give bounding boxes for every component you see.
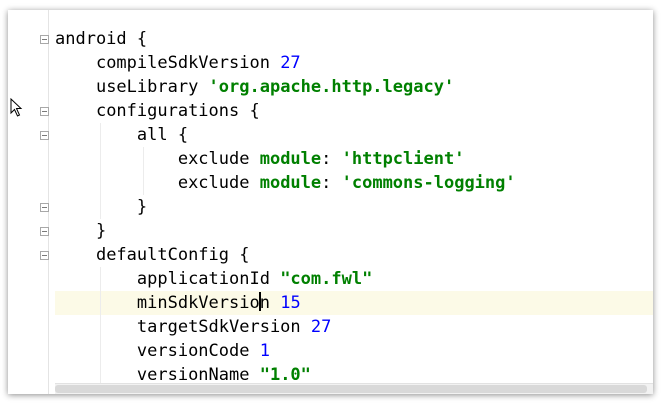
code-line[interactable]: targetSdkVersion 27	[55, 315, 653, 339]
code-token: }	[136, 197, 148, 217]
code-line[interactable]: exclude module: 'commons-logging'	[55, 171, 653, 195]
horizontal-scrollbar[interactable]	[55, 383, 653, 394]
code-line[interactable]: android {	[55, 27, 653, 51]
indent-guide	[100, 171, 102, 195]
fold-marker-icon[interactable]	[40, 131, 49, 140]
current-code-line[interactable]: minSdkVersion 15	[55, 291, 653, 315]
code-line[interactable]: }	[55, 219, 653, 243]
code-line[interactable]: all {	[55, 123, 653, 147]
indent-guide	[143, 171, 145, 195]
fold-marker-icon[interactable]	[40, 227, 49, 236]
code-token: compileSdkVersion	[95, 53, 281, 73]
code-token: 'org.apache.http.legacy'	[208, 77, 455, 97]
code-token: versionName	[136, 365, 260, 385]
code-token: module	[259, 149, 322, 169]
scrollbar-thumb[interactable]	[55, 385, 647, 393]
indent-guide	[100, 123, 102, 147]
code-token: defaultConfig {	[95, 245, 250, 265]
code-line[interactable]: applicationId "com.fwl"	[55, 267, 653, 291]
code-line[interactable]: defaultConfig {	[55, 243, 653, 267]
code-token: module	[259, 173, 322, 193]
code-token: }	[95, 221, 107, 241]
indent-guide	[100, 291, 102, 315]
code-token: applicationId	[136, 269, 281, 289]
code-token: n	[259, 293, 281, 313]
code-token: configurations {	[95, 101, 260, 121]
code-line[interactable]: }	[55, 195, 653, 219]
code-token: exclude	[177, 149, 260, 169]
indent-guide	[100, 315, 102, 339]
indent-guide	[100, 267, 102, 291]
indent-guide	[100, 339, 102, 363]
arrow-cursor-icon	[10, 98, 23, 117]
fold-marker-icon[interactable]	[40, 203, 49, 212]
code-line[interactable]: useLibrary 'org.apache.http.legacy'	[55, 75, 653, 99]
code-token: minSdkVersio	[136, 293, 260, 313]
indent-guide	[143, 147, 145, 171]
code-token: useLibrary	[95, 77, 209, 97]
fold-marker-icon[interactable]	[40, 107, 49, 116]
code-token: targetSdkVersion	[136, 317, 311, 337]
fold-marker-icon[interactable]	[40, 35, 49, 44]
code-line[interactable]: compileSdkVersion 27	[55, 51, 653, 75]
code-token: 15	[280, 293, 301, 313]
code-token: 'httpclient'	[341, 149, 465, 169]
code-token: 27	[280, 53, 301, 73]
indent-guide	[100, 147, 102, 171]
code-editor[interactable]: android { compileSdkVersion 27 useLibrar…	[55, 10, 653, 394]
code-line[interactable]: configurations {	[55, 99, 653, 123]
fold-marker-icon[interactable]	[40, 251, 49, 260]
indent-guide	[100, 195, 102, 219]
code-token: versionCode	[136, 341, 260, 361]
code-token: :	[321, 173, 342, 193]
code-token: 1	[259, 341, 270, 361]
code-token: 'commons-logging'	[341, 173, 516, 193]
code-line[interactable]: exclude module: 'httpclient'	[55, 147, 653, 171]
code-token: "com.fwl"	[280, 269, 373, 289]
editor-gutter	[8, 10, 54, 394]
code-line[interactable]: versionCode 1	[55, 339, 653, 363]
code-token: exclude	[177, 173, 260, 193]
code-token: android {	[55, 29, 148, 49]
code-token: 27	[310, 317, 332, 337]
gutter-separator	[48, 10, 49, 394]
code-token: all {	[136, 125, 189, 145]
code-editor-window: android { compileSdkVersion 27 useLibrar…	[8, 10, 653, 394]
code-token: "1.0"	[259, 365, 311, 385]
code-token: :	[321, 149, 342, 169]
